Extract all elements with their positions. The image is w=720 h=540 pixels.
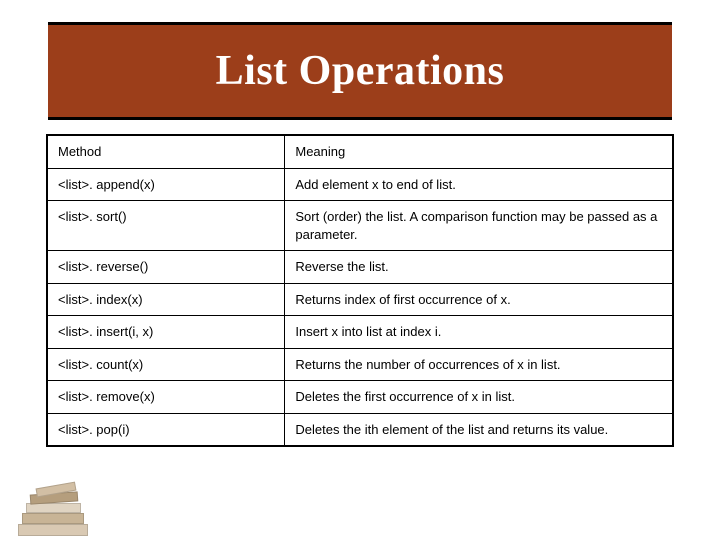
cell-meaning: Deletes the first occurrence of x in lis… (285, 381, 673, 414)
books-stack-icon (18, 480, 102, 536)
cell-method: <list>. append(x) (47, 168, 285, 201)
cell-meaning: Returns index of first occurrence of x. (285, 283, 673, 316)
cell-method: <list>. sort() (47, 201, 285, 251)
cell-meaning: Reverse the list. (285, 251, 673, 284)
cell-meaning: Deletes the ith element of the list and … (285, 413, 673, 446)
cell-method: <list>. count(x) (47, 348, 285, 381)
cell-meaning: Add element x to end of list. (285, 168, 673, 201)
table-row: <list>. reverse() Reverse the list. (47, 251, 673, 284)
cell-meaning: Insert x into list at index i. (285, 316, 673, 349)
header-method: Method (47, 135, 285, 168)
cell-method: <list>. index(x) (47, 283, 285, 316)
header-meaning: Meaning (285, 135, 673, 168)
title-banner: List Operations (48, 22, 672, 120)
operations-table: Method Meaning <list>. append(x) Add ele… (46, 134, 674, 447)
book-icon (18, 524, 88, 536)
cell-method: <list>. insert(i, x) (47, 316, 285, 349)
table-row: <list>. sort() Sort (order) the list. A … (47, 201, 673, 251)
table-header-row: Method Meaning (47, 135, 673, 168)
table-row: <list>. index(x) Returns index of first … (47, 283, 673, 316)
table-row: <list>. insert(i, x) Insert x into list … (47, 316, 673, 349)
table-row: <list>. count(x) Returns the number of o… (47, 348, 673, 381)
table-row: <list>. pop(i) Deletes the ith element o… (47, 413, 673, 446)
cell-meaning: Sort (order) the list. A comparison func… (285, 201, 673, 251)
book-icon (22, 513, 84, 524)
cell-method: <list>. remove(x) (47, 381, 285, 414)
cell-meaning: Returns the number of occurrences of x i… (285, 348, 673, 381)
slide-title: List Operations (216, 47, 505, 95)
book-icon (26, 503, 81, 513)
table-row: <list>. append(x) Add element x to end o… (47, 168, 673, 201)
cell-method: <list>. pop(i) (47, 413, 285, 446)
cell-method: <list>. reverse() (47, 251, 285, 284)
table-row: <list>. remove(x) Deletes the first occu… (47, 381, 673, 414)
